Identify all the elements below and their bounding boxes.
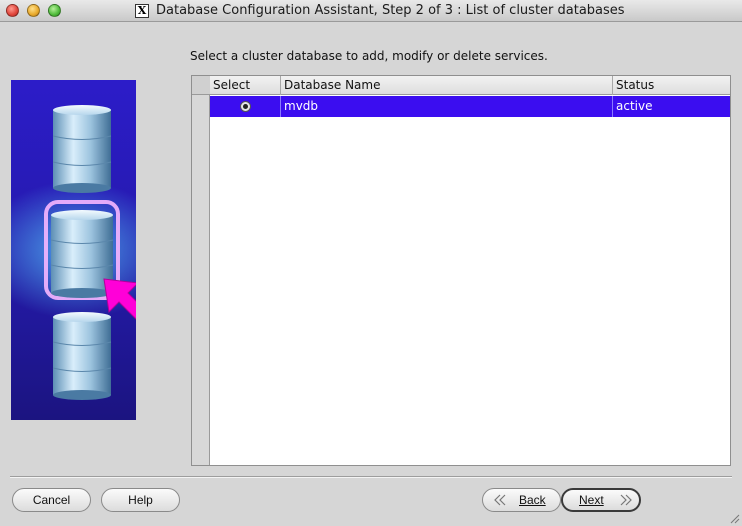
title-bar: X Database Configuration Assistant, Step… bbox=[0, 0, 742, 22]
column-header-database-name[interactable]: Database Name bbox=[281, 76, 613, 95]
cancel-button[interactable]: Cancel bbox=[12, 488, 91, 512]
database-name-cell: mvdb bbox=[281, 96, 613, 117]
database-cylinders-with-arrow-icon bbox=[44, 105, 136, 400]
column-header-select[interactable]: Select bbox=[210, 76, 281, 95]
back-button-label: Back bbox=[519, 493, 546, 507]
minimize-window-icon[interactable] bbox=[27, 4, 40, 17]
close-window-icon[interactable] bbox=[6, 4, 19, 17]
column-header-status[interactable]: Status bbox=[613, 76, 728, 95]
resize-grip-icon[interactable] bbox=[728, 512, 740, 524]
database-illustration bbox=[11, 80, 136, 420]
table-header: Select Database Name Status bbox=[210, 76, 730, 95]
status-cell: active bbox=[616, 99, 653, 113]
footer-separator bbox=[10, 476, 732, 478]
database-cylinder-icon-bottom bbox=[52, 312, 112, 400]
help-button-label: Help bbox=[128, 493, 153, 507]
back-button[interactable]: Back bbox=[482, 488, 561, 512]
select-cell[interactable] bbox=[210, 96, 281, 117]
table-row[interactable]: mvdb active bbox=[210, 96, 730, 117]
double-chevron-left-icon bbox=[494, 494, 506, 506]
cluster-database-table: Select Database Name Status mvdb active bbox=[191, 75, 731, 466]
cancel-button-label: Cancel bbox=[32, 493, 71, 507]
next-button[interactable]: Next bbox=[561, 488, 641, 512]
instruction-text: Select a cluster database to add, modify… bbox=[190, 49, 548, 63]
row-header-column bbox=[192, 76, 210, 465]
next-button-label: Next bbox=[579, 493, 604, 507]
table-corner bbox=[192, 76, 210, 95]
database-cylinder-icon-top bbox=[52, 105, 112, 193]
window-title: Database Configuration Assistant, Step 2… bbox=[156, 3, 625, 18]
dbca-window: X Database Configuration Assistant, Step… bbox=[0, 0, 742, 526]
x11-app-icon: X bbox=[135, 4, 149, 18]
double-chevron-right-icon bbox=[620, 494, 632, 506]
help-button[interactable]: Help bbox=[101, 488, 180, 512]
maximize-window-icon[interactable] bbox=[48, 4, 61, 17]
database-select-radio[interactable] bbox=[240, 101, 251, 112]
